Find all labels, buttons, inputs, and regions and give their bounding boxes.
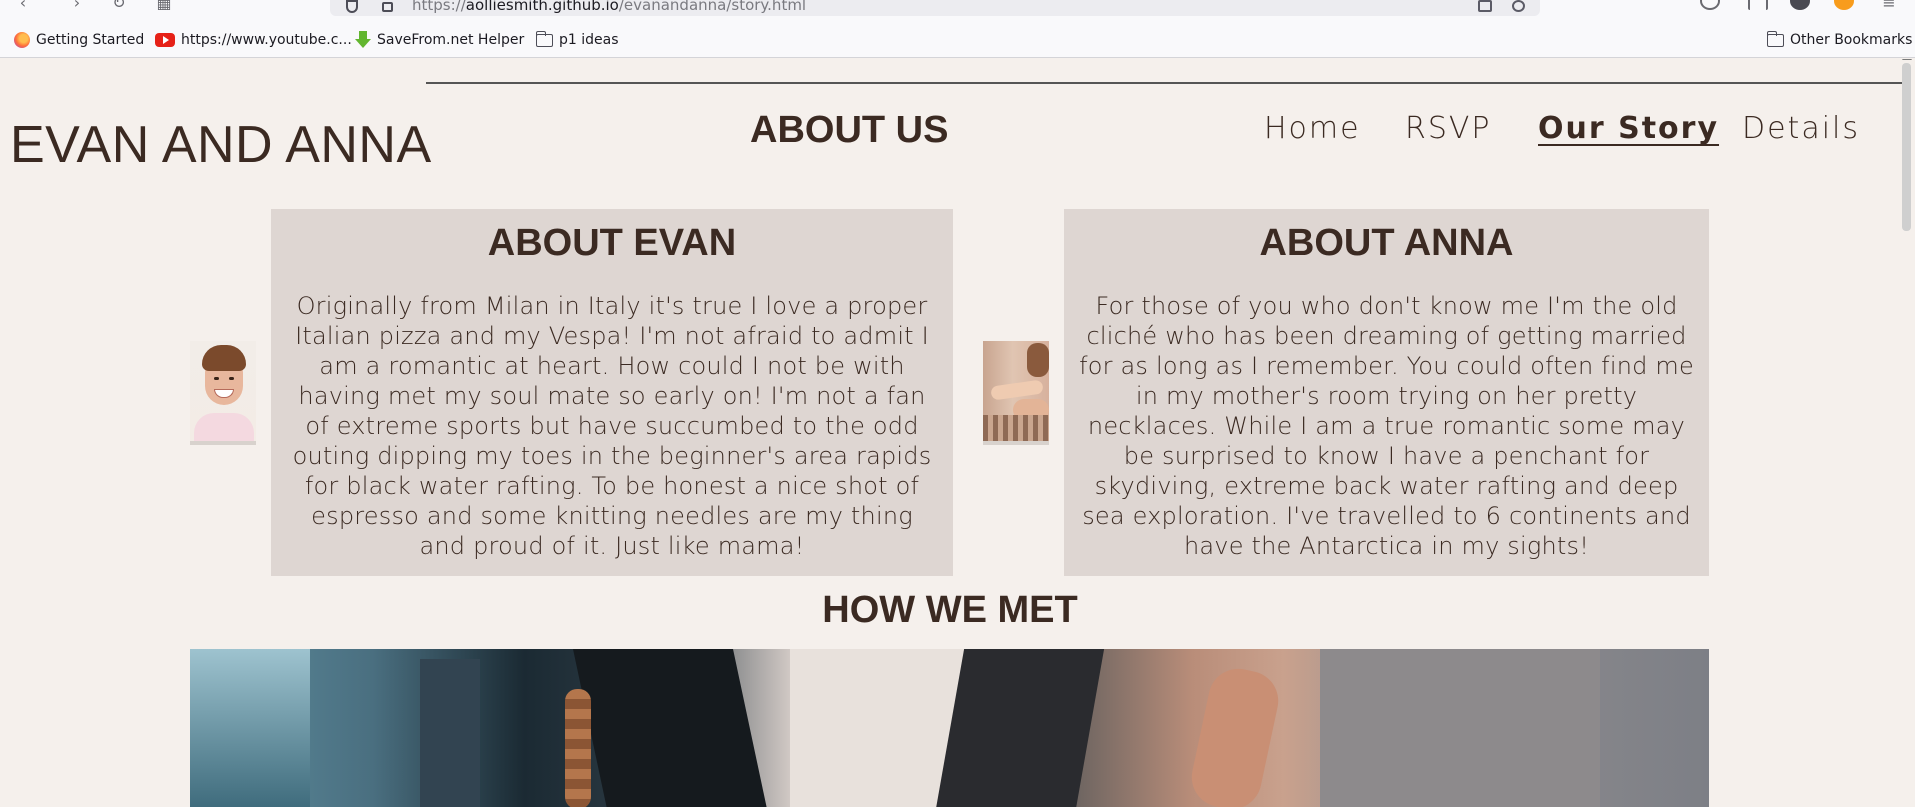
nav-our-story[interactable]: Our Story bbox=[1538, 111, 1719, 146]
url-path: /evanandanna/story.html bbox=[618, 0, 807, 14]
bookmark-label: https://www.youtube.c... bbox=[181, 32, 352, 48]
bookmark-youtube[interactable]: https://www.youtube.c... bbox=[155, 31, 352, 49]
header-divider bbox=[426, 82, 1906, 84]
about-evan-title: ABOUT EVAN bbox=[487, 222, 737, 264]
anna-photo bbox=[983, 341, 1049, 441]
about-anna-card: ABOUT ANNA For those of you who don't kn… bbox=[1064, 209, 1709, 576]
bookmark-label: SaveFrom.net Helper bbox=[377, 32, 525, 48]
nav-home[interactable]: Home bbox=[1264, 111, 1361, 146]
extension-orange-icon[interactable] bbox=[1834, 0, 1854, 10]
anna-portrait bbox=[983, 341, 1049, 445]
how-we-met-photo bbox=[190, 649, 1709, 807]
bookmark-p1-ideas[interactable]: p1 ideas bbox=[535, 30, 619, 49]
firefox-icon bbox=[14, 32, 30, 48]
nav-rsvp[interactable]: RSVP bbox=[1405, 111, 1492, 146]
library-icon[interactable] bbox=[1748, 0, 1768, 10]
reader-view-icon[interactable] bbox=[1478, 0, 1492, 12]
browser-toolbar: ‹ › ↻ ▦ https://aolliesmith.github.io/ev… bbox=[0, 0, 1915, 22]
forward-icon[interactable]: › bbox=[68, 0, 86, 12]
about-anna-text: For those of you who don't know me I'm t… bbox=[1079, 291, 1694, 560]
tracking-shield-icon[interactable] bbox=[346, 0, 358, 13]
folder-icon bbox=[1766, 30, 1784, 47]
tabs-icon[interactable]: ▦ bbox=[155, 0, 173, 12]
bookmark-label: Getting Started bbox=[36, 32, 145, 48]
browser-chrome: ‹ › ↻ ▦ https://aolliesmith.github.io/ev… bbox=[0, 0, 1915, 58]
web-page: EVAN AND ANNA ABOUT US Home RSVP Our Sto… bbox=[0, 59, 1915, 807]
url-scheme: https:// bbox=[412, 0, 466, 14]
reload-icon[interactable]: ↻ bbox=[110, 0, 128, 12]
bookmark-label: p1 ideas bbox=[559, 32, 619, 48]
url-host: aolliesmith.github.io bbox=[465, 0, 619, 14]
how-we-met-title: HOW WE MET bbox=[822, 589, 1078, 631]
about-anna-title: ABOUT ANNA bbox=[1259, 222, 1514, 264]
menu-icon[interactable]: ≡ bbox=[1880, 0, 1898, 12]
youtube-icon bbox=[155, 33, 175, 47]
other-bookmarks[interactable]: Other Bookmarks bbox=[1766, 30, 1913, 49]
evan-portrait bbox=[190, 341, 256, 445]
other-bookmarks-label: Other Bookmarks bbox=[1790, 32, 1913, 48]
nav-details[interactable]: Details bbox=[1742, 111, 1860, 146]
account-icon[interactable] bbox=[1700, 0, 1720, 10]
extension-icon[interactable] bbox=[1790, 0, 1810, 10]
savefrom-icon bbox=[355, 31, 371, 49]
about-evan-text: Originally from Milan in Italy it's true… bbox=[292, 291, 932, 560]
folder-icon bbox=[535, 30, 553, 47]
url-bar[interactable]: https://aolliesmith.github.io/evanandann… bbox=[330, 0, 1540, 16]
bookmark-savefrom[interactable]: SaveFrom.net Helper bbox=[355, 31, 524, 49]
about-evan-card: ABOUT EVAN Originally from Milan in Ital… bbox=[271, 209, 953, 576]
bookmarks-bar: Getting Started https://www.youtube.c...… bbox=[0, 28, 1915, 52]
page-title: ABOUT US bbox=[750, 109, 949, 151]
back-icon[interactable]: ‹ bbox=[14, 0, 32, 12]
evan-photo bbox=[190, 341, 256, 441]
scrollbar-thumb[interactable] bbox=[1902, 63, 1911, 231]
bookmark-getting-started[interactable]: Getting Started bbox=[14, 31, 144, 49]
site-title[interactable]: EVAN AND ANNA bbox=[10, 115, 432, 175]
lock-icon[interactable] bbox=[382, 2, 393, 12]
url-text[interactable]: https://aolliesmith.github.io/evanandann… bbox=[412, 0, 806, 14]
scroll-up-icon[interactable] bbox=[1902, 59, 1912, 60]
bookmark-star-icon[interactable] bbox=[1512, 0, 1525, 12]
